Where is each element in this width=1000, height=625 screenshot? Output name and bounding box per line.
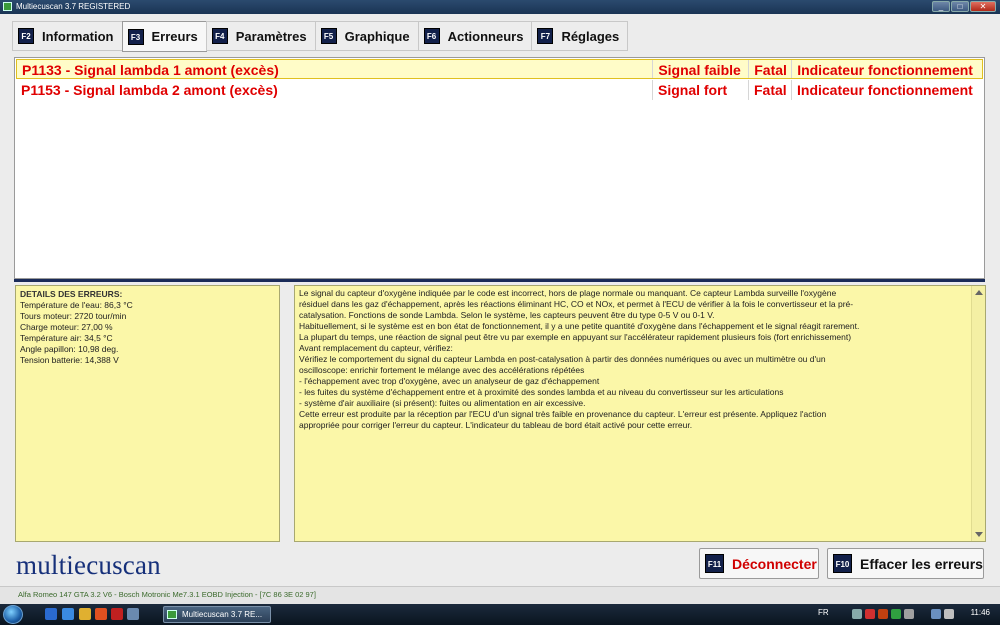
start-button-icon[interactable] (3, 605, 23, 624)
clear-errors-label: Effacer les erreurs (860, 555, 983, 572)
description-line: La plupart du temps, une réaction de sig… (299, 332, 852, 342)
explorer-folder-icon[interactable] (79, 608, 91, 620)
tray-icon[interactable] (878, 609, 888, 619)
taskbar-clock[interactable]: 11:46 (971, 608, 990, 617)
tab-erreurs[interactable]: F3 Erreurs (121, 21, 207, 52)
error-signal: Signal fort (653, 80, 749, 100)
description-line: catalysation. Fonctions de sonde Lambda.… (299, 310, 715, 320)
volume-icon[interactable] (944, 609, 954, 619)
f7-key-icon: F7 (537, 28, 554, 44)
tab-label: Erreurs (151, 29, 198, 44)
window-titlebar: Multiecuscan 3.7 REGISTERED _ □ ✕ (0, 0, 1000, 14)
tab-graphique[interactable]: F5 Graphique (314, 21, 419, 51)
window-title: Multiecuscan 3.7 REGISTERED (16, 2, 131, 11)
error-severity: Fatal (749, 80, 792, 100)
show-desktop-icon[interactable] (45, 608, 57, 620)
tab-label: Information (42, 28, 114, 44)
description-line: Avant remplacement du capteur, vérifiez: (299, 343, 453, 353)
description-line: Habituellement, si le système est en bon… (299, 321, 860, 331)
scroll-up-icon[interactable] (975, 290, 983, 295)
error-code: P1133 - Signal lambda 1 amont (excès) (17, 60, 654, 78)
detail-line: Charge moteur: 27,00 % (20, 322, 113, 332)
windows-taskbar: Multiecuscan 3.7 RE... FR 11:46 (0, 604, 1000, 625)
error-description-panel: Le signal du capteur d'oxygène indiquée … (294, 285, 986, 542)
language-indicator[interactable]: FR (818, 608, 829, 617)
vehicle-status-bar: Alfa Romeo 147 GTA 3.2 V6 - Bosch Motron… (0, 586, 1000, 604)
switch-windows-icon[interactable] (127, 608, 139, 620)
multiecuscan-logo: multiecuscan (16, 550, 161, 580)
error-indicator: Indicateur fonctionnement (797, 62, 973, 78)
f11-key-icon: F11 (705, 554, 724, 573)
f5-key-icon: F5 (320, 28, 337, 44)
description-line: résiduel dans les gaz d'échappement, apr… (299, 299, 854, 309)
tab-bar: F2 Information F3 Erreurs F4 Paramètres … (12, 21, 629, 52)
scroll-down-icon[interactable] (975, 532, 983, 537)
description-line: appropriée pour corriger l'erreur du cap… (299, 420, 693, 430)
error-code: P1153 - Signal lambda 2 amont (excès) (16, 80, 653, 100)
description-line: - l'échappement avec trop d'oxygène, ave… (299, 376, 600, 386)
tab-label: Actionneurs (447, 28, 524, 44)
error-details-panel: DETAILS DES ERREURS: Température de l'ea… (15, 285, 280, 542)
app-icon (167, 610, 177, 619)
network-icon[interactable] (931, 609, 941, 619)
internet-explorer-icon[interactable] (62, 608, 74, 620)
error-indicator: Indicateur fonctionnement (797, 82, 973, 98)
description-line: Le signal du capteur d'oxygène indiquée … (299, 288, 837, 298)
tab-parametres[interactable]: F4 Paramètres (205, 21, 316, 51)
error-row[interactable]: P1133 - Signal lambda 1 amont (excès) Si… (16, 59, 983, 79)
description-line: Vérifiez le comportement du signal du ca… (299, 354, 826, 364)
detail-line: Température de l'eau: 86,3 °C (20, 300, 133, 310)
media-player-icon[interactable] (95, 608, 107, 620)
f2-key-icon: F2 (18, 28, 34, 44)
error-list[interactable]: P1133 - Signal lambda 1 amont (excès) Si… (14, 57, 985, 279)
details-title: DETAILS DES ERREURS: (20, 289, 123, 299)
f10-key-icon: F10 (833, 554, 852, 573)
detail-line: Angle papillon: 10,98 deg. (20, 344, 119, 354)
detail-line: Tension batterie: 14,388 V (20, 355, 119, 365)
error-severity: Fatal (749, 60, 793, 78)
panel-divider[interactable] (14, 279, 985, 282)
f4-key-icon: F4 (211, 28, 228, 44)
taskbar-item-label: Multiecuscan 3.7 RE... (182, 610, 263, 619)
f6-key-icon: F6 (423, 28, 440, 44)
minimize-button[interactable]: _ (932, 1, 950, 12)
window-controls: _ □ ✕ (932, 1, 996, 12)
tab-label: Graphique (344, 28, 410, 44)
description-line: - les fuites du système d'échappement en… (299, 387, 784, 397)
error-signal: Signal faible (653, 60, 750, 78)
tray-icon[interactable] (891, 609, 901, 619)
tab-reglages[interactable]: F7 Réglages (531, 21, 629, 51)
disconnect-label: Déconnecter (732, 555, 817, 572)
tab-label: Réglages (561, 28, 620, 44)
error-row[interactable]: P1153 - Signal lambda 2 amont (excès) Si… (16, 80, 983, 100)
close-button[interactable]: ✕ (970, 1, 996, 12)
clear-errors-button[interactable]: F10 Effacer les erreurs (827, 548, 984, 579)
f3-key-icon: F3 (127, 28, 144, 45)
description-line: Cette erreur est produite par la récepti… (299, 409, 827, 419)
disconnect-button[interactable]: F11 Déconnecter (699, 548, 819, 579)
tray-icon[interactable] (904, 609, 914, 619)
detail-line: Tours moteur: 2720 tour/min (20, 311, 127, 321)
description-line: oscilloscope: enrichir fortement le méla… (299, 365, 585, 375)
app-icon (3, 2, 12, 11)
tab-label: Paramètres (235, 28, 307, 44)
tray-icon[interactable] (865, 609, 875, 619)
maximize-button[interactable]: □ (951, 1, 969, 12)
tray-icon[interactable] (852, 609, 862, 619)
description-scrollbar[interactable] (971, 286, 985, 541)
app-launcher-icon[interactable] (111, 608, 123, 620)
tab-actionneurs[interactable]: F6 Actionneurs (417, 21, 533, 51)
description-line: - système d'air auxiliaire (si présent):… (299, 398, 586, 408)
detail-line: Température air: 34,5 °C (20, 333, 113, 343)
tab-information[interactable]: F2 Information (12, 21, 123, 51)
description-text: Le signal du capteur d'oxygène indiquée … (299, 288, 961, 431)
taskbar-item-multiecuscan[interactable]: Multiecuscan 3.7 RE... (163, 606, 271, 623)
